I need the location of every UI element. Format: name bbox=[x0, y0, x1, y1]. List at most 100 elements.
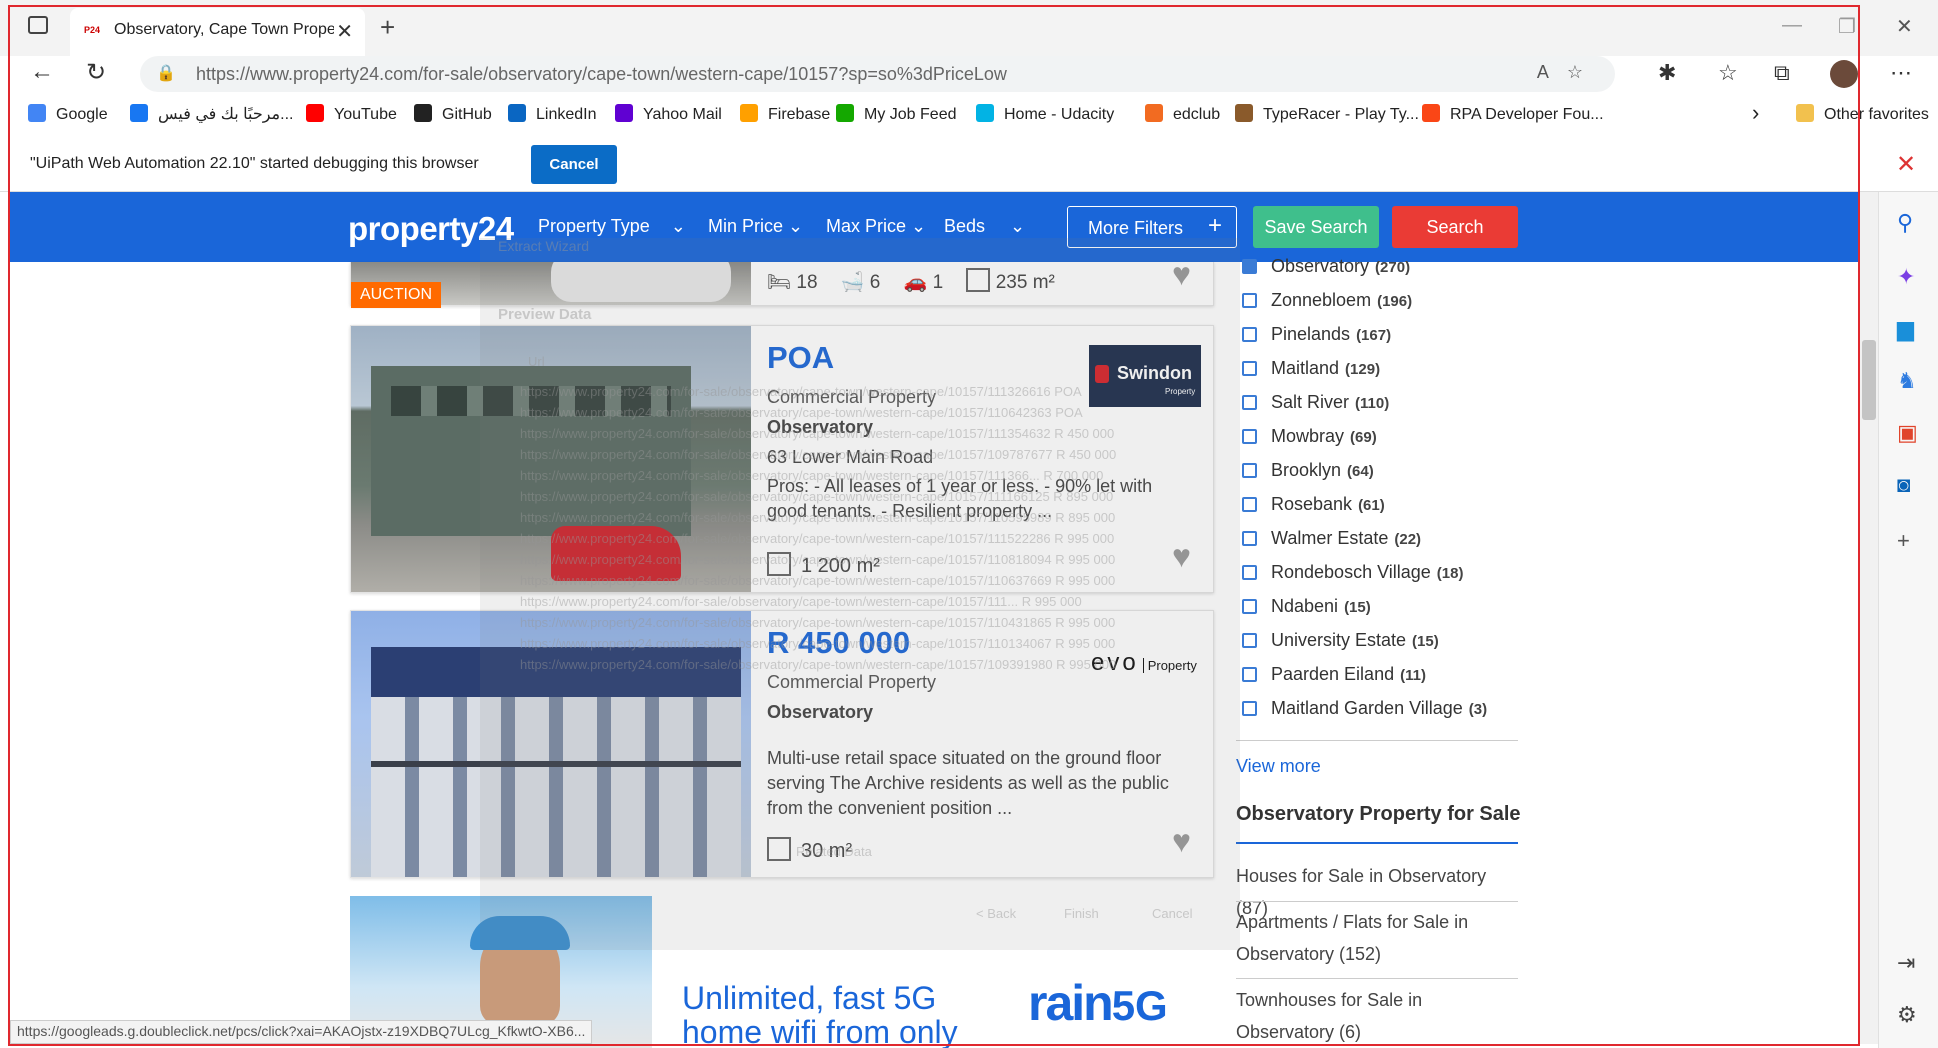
refresh-icon[interactable]: ↻ bbox=[86, 58, 106, 87]
area-filter-item[interactable]: Rosebank (61) bbox=[1242, 494, 1385, 515]
area-filter-item[interactable]: Brooklyn (64) bbox=[1242, 460, 1374, 481]
collections-icon[interactable]: ⧉ bbox=[1774, 60, 1790, 86]
favorite-google[interactable]: Google bbox=[28, 104, 108, 124]
favorite-youtube[interactable]: YouTube bbox=[306, 104, 397, 124]
listing-price[interactable]: POA bbox=[767, 340, 834, 376]
games-icon[interactable]: ♞ bbox=[1897, 368, 1917, 394]
extensions-icon[interactable]: ✱ bbox=[1658, 60, 1676, 86]
area-filter-item[interactable]: University Estate (15) bbox=[1242, 630, 1439, 651]
copilot-sparkle-icon[interactable]: ✦ bbox=[1897, 264, 1915, 290]
agency-logo[interactable]: evo Property bbox=[1091, 649, 1197, 677]
car-shape bbox=[551, 262, 731, 302]
favorite-yahoo[interactable]: Yahoo Mail bbox=[615, 104, 722, 124]
beds-count: 18 bbox=[796, 272, 818, 293]
add-icon[interactable]: + bbox=[1897, 528, 1910, 554]
area-filter-item[interactable]: Salt River (110) bbox=[1242, 392, 1389, 413]
listing-photo[interactable] bbox=[351, 326, 751, 592]
checkbox[interactable] bbox=[1242, 395, 1257, 410]
area-filter-item[interactable]: Pinelands (167) bbox=[1242, 324, 1391, 345]
area-filter-item[interactable]: Maitland (129) bbox=[1242, 358, 1380, 379]
office-icon[interactable]: ▣ bbox=[1897, 420, 1918, 446]
favorite-github[interactable]: GitHub bbox=[414, 104, 492, 124]
checkbox[interactable] bbox=[1242, 327, 1257, 342]
favorite-facebook[interactable]: مرحبًا بك في فيس... bbox=[130, 104, 293, 124]
nav-min-price[interactable]: Min Price ⌄ bbox=[708, 216, 803, 237]
area-filter-item[interactable]: Rondebosch Village (18) bbox=[1242, 562, 1463, 583]
listing-photo[interactable] bbox=[351, 611, 751, 877]
checkbox[interactable] bbox=[1242, 429, 1257, 444]
favorites-icon[interactable]: ☆ bbox=[1718, 60, 1738, 86]
area-filter-item[interactable]: Maitland Garden Village (3) bbox=[1242, 698, 1487, 719]
favorite-typeracer[interactable]: TypeRacer - Play Ty... bbox=[1235, 104, 1419, 124]
checkbox[interactable] bbox=[1242, 667, 1257, 682]
more-menu-icon[interactable]: ⋯ bbox=[1890, 60, 1912, 86]
favorite-uipath[interactable]: RPA Developer Fou... bbox=[1422, 104, 1604, 124]
minimize-icon[interactable]: — bbox=[1782, 14, 1802, 37]
other-favorites-folder[interactable]: Other favorites bbox=[1796, 104, 1929, 124]
read-aloud-favorite-icons[interactable]: A☆ bbox=[1537, 62, 1601, 83]
debug-cancel-button[interactable]: Cancel bbox=[531, 145, 617, 184]
favorite-firebase[interactable]: Firebase bbox=[740, 104, 830, 124]
nav-property-type[interactable]: Property Type ⌄ bbox=[538, 216, 686, 237]
window-close-icon[interactable]: ✕ bbox=[1896, 14, 1913, 39]
scrollbar-thumb[interactable] bbox=[1862, 340, 1876, 420]
listing-price[interactable]: R 450 000 bbox=[767, 625, 910, 661]
agency-logo[interactable]: Swindon Property bbox=[1089, 345, 1201, 407]
checkbox[interactable] bbox=[1242, 701, 1257, 716]
area-filter-item[interactable]: Observatory (270) bbox=[1242, 256, 1410, 277]
tab-active[interactable]: P24 Observatory, Cape Town Propert ✕ bbox=[70, 8, 365, 56]
new-tab-icon[interactable]: + bbox=[380, 12, 395, 43]
favorites-overflow-chevron-icon[interactable]: › bbox=[1752, 100, 1759, 126]
checkbox[interactable] bbox=[1242, 463, 1257, 478]
settings-gear-icon[interactable]: ⚙ bbox=[1897, 1002, 1917, 1028]
property24-logo[interactable]: property24 bbox=[348, 210, 514, 248]
search-button[interactable]: Search bbox=[1392, 206, 1518, 248]
address-bar[interactable]: 🔒 https://www.property24.com/for-sale/ob… bbox=[140, 56, 1615, 92]
checkbox-checked[interactable] bbox=[1242, 259, 1257, 274]
related-link[interactable]: Townhouses for Sale in Observatory (6) bbox=[1236, 984, 1522, 1048]
more-filters-button[interactable]: More Filters + bbox=[1067, 206, 1237, 248]
area-filter-item[interactable]: Walmer Estate (22) bbox=[1242, 528, 1421, 549]
checkbox[interactable] bbox=[1242, 599, 1257, 614]
area-filter-item[interactable]: Ndabeni (15) bbox=[1242, 596, 1371, 617]
folder-icon bbox=[1796, 104, 1814, 122]
nav-max-price[interactable]: Max Price ⌄ bbox=[826, 216, 926, 237]
area-filter-item[interactable]: Paarden Eiland (11) bbox=[1242, 664, 1426, 685]
checkbox[interactable] bbox=[1242, 361, 1257, 376]
lock-icon[interactable]: 🔒 bbox=[156, 63, 176, 83]
back-arrow-icon[interactable]: ← bbox=[30, 58, 54, 86]
tab-close-icon[interactable]: ✕ bbox=[336, 19, 353, 44]
split-screen-icon[interactable]: ⇥ bbox=[1897, 950, 1915, 976]
favorite-linkedin[interactable]: LinkedIn bbox=[508, 104, 597, 124]
search-icon[interactable]: ⚲ bbox=[1897, 210, 1913, 236]
favorite-edclub[interactable]: edclub bbox=[1145, 104, 1220, 124]
checkbox[interactable] bbox=[1242, 531, 1257, 546]
outlook-icon[interactable]: ◙ bbox=[1897, 472, 1910, 498]
listing-card-3[interactable]: R 450 000 evo Property Commercial Propert… bbox=[350, 610, 1214, 878]
area-filter-item[interactable]: Zonnebloem (196) bbox=[1242, 290, 1412, 311]
related-link[interactable]: Apartments / Flats for Sale in Observato… bbox=[1236, 906, 1522, 970]
checkbox[interactable] bbox=[1242, 293, 1257, 308]
favorite-udacity[interactable]: Home - Udacity bbox=[976, 104, 1114, 124]
tab-actions-icon[interactable] bbox=[28, 16, 48, 34]
area-filter-item[interactable]: Mowbray (69) bbox=[1242, 426, 1377, 447]
favorite-label: Firebase bbox=[768, 106, 831, 123]
save-search-button[interactable]: Save Search bbox=[1253, 206, 1379, 248]
url-text[interactable]: https://www.property24.com/for-sale/obse… bbox=[196, 64, 1007, 85]
favorite-heart-icon[interactable]: ♥ bbox=[1172, 256, 1191, 293]
listing-card-2[interactable]: POA Swindon Property Commercial Property… bbox=[350, 325, 1214, 593]
scrollbar[interactable] bbox=[1860, 192, 1878, 1044]
view-more-link[interactable]: View more bbox=[1236, 756, 1321, 777]
nav-beds[interactable]: Beds ⌄ bbox=[944, 216, 1025, 237]
restore-icon[interactable]: ❐ bbox=[1838, 14, 1856, 39]
profile-avatar[interactable] bbox=[1830, 60, 1858, 88]
shopping-icon[interactable]: ▆ bbox=[1897, 316, 1914, 342]
favorite-heart-icon[interactable]: ♥ bbox=[1172, 823, 1191, 860]
favorite-upwork[interactable]: My Job Feed bbox=[836, 104, 956, 124]
checkbox[interactable] bbox=[1242, 633, 1257, 648]
checkbox[interactable] bbox=[1242, 565, 1257, 580]
favorite-heart-icon[interactable]: ♥ bbox=[1172, 538, 1191, 575]
checkbox[interactable] bbox=[1242, 497, 1257, 512]
infobar-close-icon[interactable]: ✕ bbox=[1896, 150, 1916, 179]
listing-card-1[interactable]: AUCTION 🛏 18 🛁 6 🚗 1 235 m² ♥ bbox=[350, 256, 1214, 308]
